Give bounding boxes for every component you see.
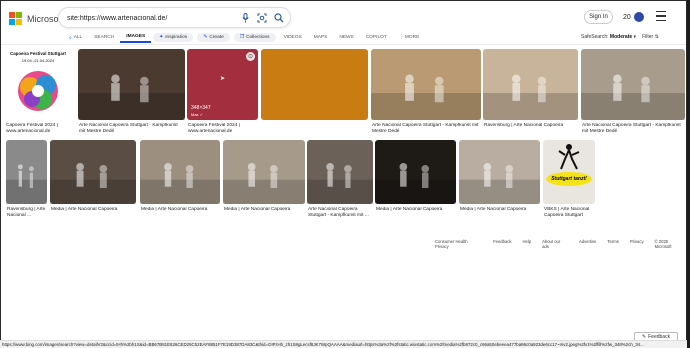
microsoft-logo-icon (9, 12, 23, 26)
sign-in-button[interactable]: Sign In (584, 10, 613, 24)
footer-link[interactable]: Help (522, 239, 531, 249)
image-dimensions: 348×347 (191, 105, 211, 111)
result-caption[interactable]: Media | Arte Nacional Capoeira (51, 207, 135, 220)
image-result[interactable] (261, 49, 368, 142)
bing-images-page: Microsoft Bing Sign In 20 ⌕ALLSEARCHIMAG… (1, 1, 686, 347)
result-thumbnail[interactable] (6, 140, 47, 204)
image-result[interactable]: ⊙ 348×347 Max ✓ ➤ Capoeira Festival 2024 … (187, 49, 258, 142)
result-caption[interactable]: Capoeira Festival 2024 | www.artenaciona… (6, 123, 70, 136)
result-thumbnail[interactable] (459, 140, 540, 204)
result-thumbnail[interactable] (483, 49, 578, 120)
footer-link: © 2025 Microsoft (654, 239, 672, 249)
page-footer: Consumer Health Privacy Feedback Help About… (435, 239, 686, 249)
image-result[interactable]: Arte Nacional Capoeira Stuttgart - Kampf… (307, 140, 373, 226)
image-source: Max ✓ (191, 112, 204, 117)
image-result[interactable]: Arte Nacional Capoeira Stuttgart - Kampf… (371, 49, 481, 142)
result-thumbnail[interactable] (78, 49, 185, 120)
image-result[interactable]: Ravensburg | Arte Nacional ... (6, 140, 47, 226)
footer-link[interactable]: Privacy (630, 239, 644, 249)
result-caption[interactable]: Ravensburg | Arte Nacional ... (7, 207, 46, 220)
rewards-icon (633, 12, 644, 22)
footer-link[interactable]: Feedback (493, 239, 511, 249)
result-caption[interactable]: Media | Arte Nacional Capoeira (460, 207, 539, 220)
result-thumbnail[interactable] (140, 140, 220, 204)
tab-collections[interactable]: ❐ Collections (233, 33, 276, 42)
header-divider (1, 44, 686, 45)
result-caption[interactable]: Arte Nacional Capoeira Stuttgart - Kampf… (308, 207, 372, 220)
result-thumbnail[interactable]: ⊙ 348×347 Max ✓ ➤ (187, 49, 258, 120)
search-box[interactable] (58, 7, 291, 28)
footer-link[interactable]: Consumer Health Privacy (435, 239, 482, 249)
result-thumbnail[interactable] (307, 140, 373, 204)
search-tabs: ⌕ ALL SEARCH IMAGES ✦ Inspiration ✎ Create ❐ Coll… (63, 32, 425, 43)
footer-link[interactable]: About our ads (542, 239, 568, 249)
result-thumbnail[interactable] (581, 49, 685, 120)
safesearch-control[interactable]: SafeSearch: Moderate ▾ (581, 34, 636, 40)
tab-videos[interactable]: VIDEOS (278, 33, 308, 42)
search-filters: SafeSearch: Moderate ▾ Filter ⇅ (581, 34, 659, 40)
poster-date: 19.04.-21.04.2024 (21, 58, 55, 63)
footer-link[interactable]: Advertise (579, 239, 596, 249)
collections-icon: ❐ (239, 35, 245, 40)
result-thumbnail[interactable]: Capoeira Festival Stuttgart 19.04.-21.04… (5, 49, 71, 120)
search-icon[interactable] (274, 12, 284, 23)
footer-link[interactable]: Terms (607, 239, 618, 249)
result-caption[interactable]: Media | Arte Nacional Capoeira (224, 207, 304, 220)
image-result[interactable]: Ravensburg | Arte Nacional Capoeira (483, 49, 578, 142)
pen-icon: ✎ (203, 35, 208, 40)
browser-status-bar: https://www.bing.com/images/search?view=… (0, 340, 687, 348)
search-input[interactable] (67, 11, 247, 25)
result-caption[interactable]: Capoeira Festival 2024 | www.artenaciona… (188, 123, 257, 136)
sparkle-icon: ✦ (159, 35, 164, 40)
image-result[interactable]: Media | Arte Nacional Capoeira (50, 140, 136, 226)
microphone-icon[interactable] (240, 12, 250, 23)
tab-all[interactable]: ⌕ ALL (63, 33, 88, 43)
image-result[interactable]: Media | Arte Nacional Capoeira (140, 140, 220, 226)
result-caption[interactable]: Media | Arte Nacional Capoeira (376, 207, 455, 220)
tab-maps[interactable]: MAPS (308, 33, 334, 42)
visual-search-icon[interactable]: ⊙ (246, 52, 255, 61)
tab-more[interactable]: ⋮ MORE (393, 33, 426, 42)
result-thumbnail[interactable] (223, 140, 305, 204)
image-result[interactable]: Media | Arte Nacional Capoeira (459, 140, 540, 226)
search-icon: ⌕ (69, 35, 72, 41)
image-result[interactable]: Media | Arte Nacional Capoeira (223, 140, 305, 226)
tab-inspiration[interactable]: ✦ Inspiration (153, 33, 194, 42)
visual-search-icon[interactable] (257, 12, 267, 23)
tab-images[interactable]: IMAGES (120, 32, 152, 43)
result-caption[interactable]: Ravensburg | Arte Nacional Capoeira (484, 123, 577, 136)
image-result[interactable]: Arte Nacional Capoeira Stuttgart - Kampf… (581, 49, 685, 142)
verified-icon: ✓ (199, 112, 204, 117)
rewards-indicator[interactable]: 20 (623, 12, 644, 22)
result-caption[interactable]: Media | Arte Nacional Capoeira (141, 207, 219, 220)
result-caption[interactable]: Arte Nacional Capoeira Stuttgart - Kampf… (372, 123, 480, 136)
mouse-cursor-icon: ➤ (220, 76, 226, 82)
result-thumbnail[interactable] (375, 140, 456, 204)
filter-button[interactable]: Filter ⇅ (642, 34, 659, 40)
rewards-count: 20 (623, 13, 631, 21)
image-result[interactable]: Stuttgart tanzt! VBKS | Arte Nacional Cap… (543, 140, 595, 226)
result-caption[interactable]: Arte Nacional Capoeira Stuttgart - Kampf… (582, 123, 684, 136)
tab-news[interactable]: NEWS (333, 33, 359, 42)
poster-text: Stuttgart tanzt! (546, 172, 592, 186)
result-thumbnail[interactable] (371, 49, 481, 120)
tab-create[interactable]: ✎ Create (197, 33, 230, 42)
result-thumbnail[interactable]: Stuttgart tanzt! (543, 140, 595, 204)
tab-search[interactable]: SEARCH (88, 33, 120, 42)
result-thumbnail[interactable] (50, 140, 136, 204)
result-caption[interactable]: VBKS | Arte Nacional Capoeira Stuttgart (544, 207, 594, 220)
result-caption[interactable]: Arte Nacional Capoeira Stuttgart - Kampf… (79, 123, 184, 136)
image-result[interactable]: Media | Arte Nacional Capoeira (375, 140, 456, 226)
image-result[interactable]: Capoeira Festival Stuttgart 19.04.-21.04… (5, 49, 71, 142)
result-thumbnail[interactable] (261, 49, 368, 120)
poster-title: Capoeira Festival Stuttgart (10, 51, 66, 56)
tab-copilot[interactable]: COPILOT (360, 33, 393, 42)
hamburger-menu-icon[interactable] (656, 11, 666, 21)
image-result[interactable]: Arte Nacional Capoeira Stuttgart - Kampf… (78, 49, 185, 142)
